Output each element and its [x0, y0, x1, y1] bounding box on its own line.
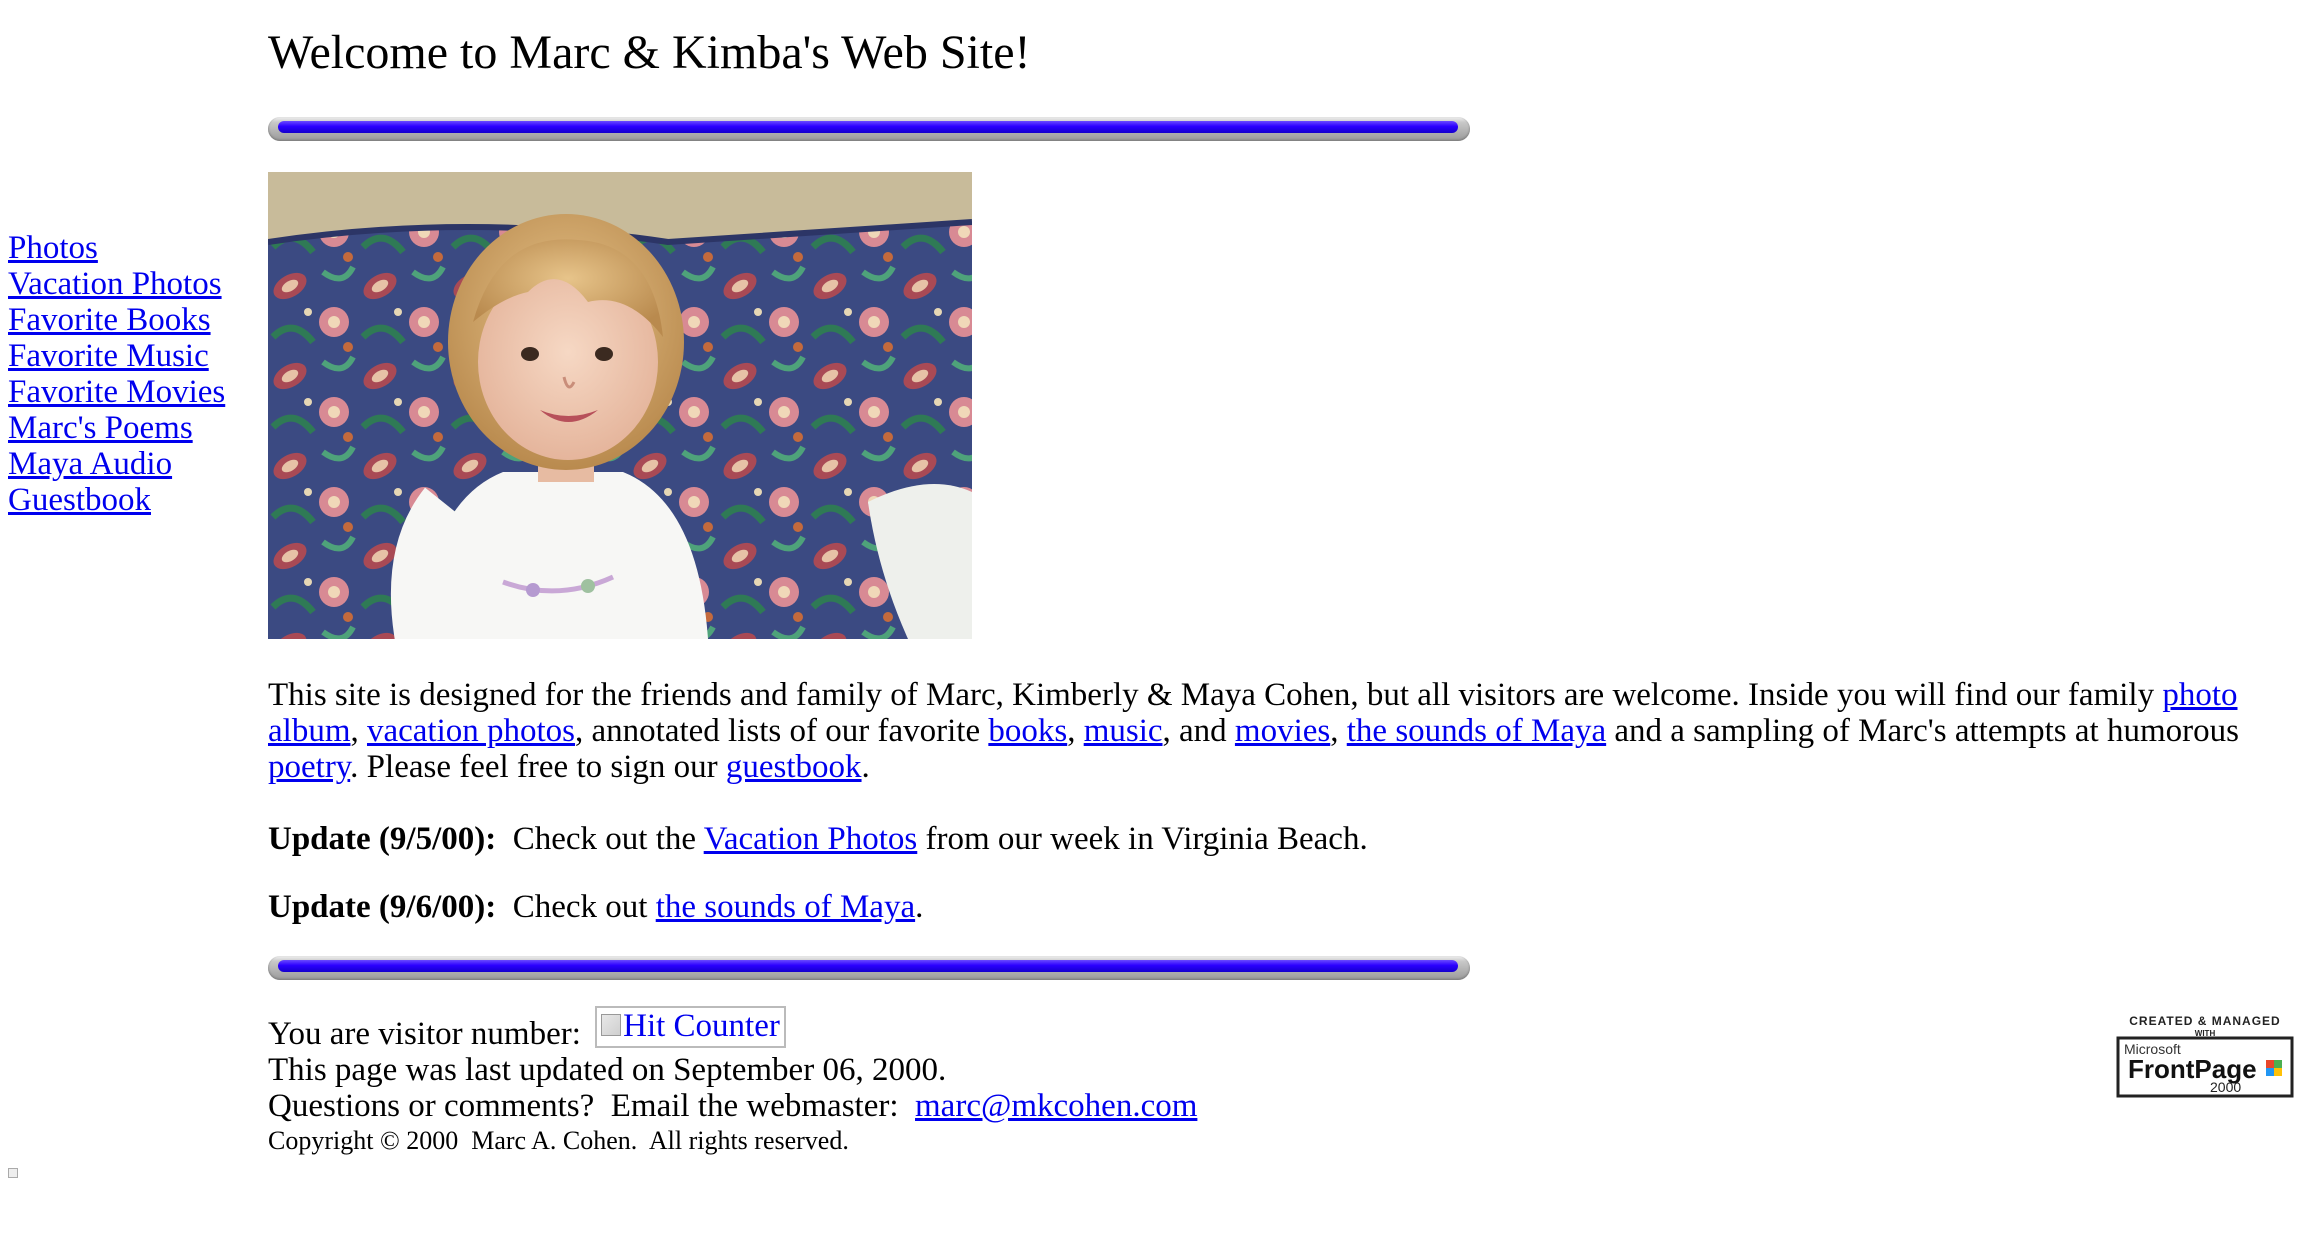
- update-text: Check out: [496, 889, 656, 925]
- nav-link-favorite-books[interactable]: Favorite Books: [8, 302, 225, 338]
- nav-link-marcs-poems[interactable]: Marc's Poems: [8, 410, 225, 446]
- link-music[interactable]: music: [1084, 713, 1163, 749]
- update-entry: Update (9/6/00): Check out the sounds of…: [268, 889, 923, 925]
- link-books[interactable]: books: [988, 713, 1067, 749]
- page: Photos Vacation Photos Favorite Books Fa…: [0, 0, 2300, 1238]
- nav-link-favorite-music[interactable]: Favorite Music: [8, 338, 225, 374]
- intro-text: ,: [1330, 713, 1347, 749]
- contact-line: Questions or comments? Email the webmast…: [268, 1088, 1197, 1124]
- intro-text: , annotated lists of our favorite: [575, 713, 989, 749]
- visitor-line: You are visitor number: Hit Counter: [268, 1006, 1197, 1052]
- intro-text: , and: [1162, 713, 1235, 749]
- nav-link-photos[interactable]: Photos: [8, 230, 225, 266]
- left-nav: Photos Vacation Photos Favorite Books Fa…: [8, 230, 225, 518]
- page-title: Welcome to Marc & Kimba's Web Site!: [268, 26, 1031, 79]
- hit-counter: Hit Counter: [595, 1006, 786, 1048]
- intro-text: ,: [1067, 713, 1084, 749]
- intro-paragraph: This site is designed for the friends an…: [268, 677, 2288, 785]
- hit-counter-alt-text: Hit Counter: [623, 1008, 780, 1044]
- intro-text: This site is designed for the friends an…: [268, 677, 2163, 713]
- visitor-label: You are visitor number:: [268, 1016, 590, 1052]
- update-link-vacation-photos[interactable]: Vacation Photos: [704, 821, 918, 857]
- copyright: Copyright © 2000 Marc A. Cohen. All righ…: [268, 1126, 849, 1155]
- nav-link-maya-audio[interactable]: Maya Audio: [8, 446, 225, 482]
- last-updated: This page was last updated on September …: [268, 1052, 947, 1088]
- update-text: Check out the: [496, 821, 704, 857]
- horizontal-rule-bottom: [268, 956, 1470, 980]
- badge-line1: CREATED & MANAGED: [2129, 1014, 2280, 1028]
- link-sounds-of-maya[interactable]: the sounds of Maya: [1347, 713, 1606, 749]
- update-entry: Update (9/5/00): Check out the Vacation …: [268, 821, 1368, 857]
- frontpage-logo[interactable]: CREATED & MANAGED WITH Microsoft FrontPa…: [2116, 1014, 2294, 1100]
- update-link-sounds-of-maya[interactable]: the sounds of Maya: [656, 889, 915, 925]
- intro-text: .: [861, 749, 870, 785]
- broken-image-icon: [601, 1014, 622, 1037]
- nav-link-guestbook[interactable]: Guestbook: [8, 482, 225, 518]
- link-guestbook[interactable]: guestbook: [726, 749, 862, 785]
- intro-text: . Please feel free to sign our: [350, 749, 726, 785]
- intro-text: ,: [350, 713, 367, 749]
- broken-image-icon: [8, 1168, 18, 1178]
- contact-text: Questions or comments? Email the webmast…: [268, 1088, 916, 1124]
- horizontal-rule-top: [268, 117, 1470, 141]
- bar-fill: [278, 121, 1458, 133]
- footer: You are visitor number: Hit Counter This…: [268, 1006, 1197, 1156]
- link-poetry[interactable]: poetry: [268, 749, 350, 785]
- update-label: Update (9/5/00):: [268, 821, 497, 857]
- nav-link-favorite-movies[interactable]: Favorite Movies: [8, 374, 225, 410]
- baby-photo: [268, 172, 972, 639]
- link-vacation-photos[interactable]: vacation photos: [367, 713, 575, 749]
- update-label: Update (9/6/00):: [268, 889, 497, 925]
- intro-text: and a sampling of Marc's attempts at hum…: [1606, 713, 2239, 749]
- frontpage-logo-image: CREATED & MANAGED WITH Microsoft FrontPa…: [2116, 1014, 2294, 1098]
- link-movies[interactable]: movies: [1235, 713, 1330, 749]
- webmaster-email-link[interactable]: marc@mkcohen.com: [915, 1088, 1197, 1124]
- nav-link-vacation-photos[interactable]: Vacation Photos: [8, 266, 225, 302]
- baby-photo-image: [268, 172, 972, 639]
- update-text: .: [915, 889, 924, 925]
- bar-fill: [278, 960, 1458, 972]
- update-text: from our week in Virginia Beach.: [917, 821, 1368, 857]
- badge-year: 2000: [2210, 1079, 2241, 1095]
